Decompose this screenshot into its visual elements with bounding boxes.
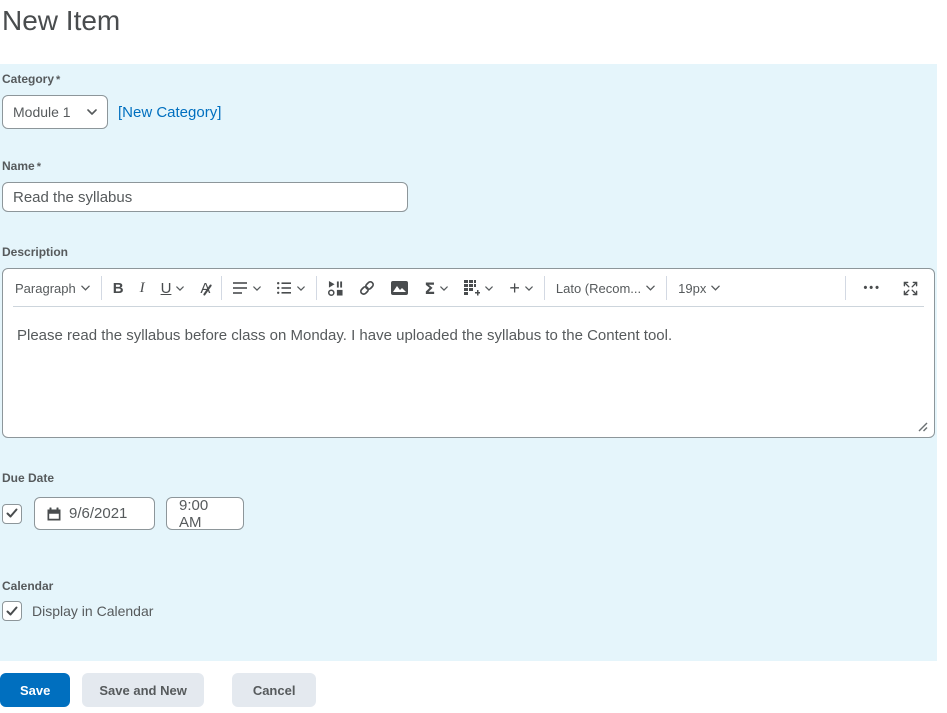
due-date-input[interactable]: 9/6/2021	[34, 497, 155, 531]
chevron-down-icon	[80, 285, 90, 291]
paragraph-format-value: Paragraph	[15, 280, 76, 296]
toolbar-divider	[666, 276, 668, 301]
display-in-calendar-label: Display in Calendar	[32, 603, 154, 620]
save-and-new-button[interactable]: Save and New	[82, 673, 204, 708]
due-date-value: 9/6/2021	[69, 505, 128, 523]
chevron-down-icon	[485, 285, 494, 291]
page-title: New Item	[2, 5, 121, 36]
toolbar-divider	[100, 276, 102, 301]
bold-icon: B	[112, 279, 124, 297]
chevron-down-icon	[87, 109, 97, 115]
bullet-list-icon	[277, 282, 292, 295]
font-family-value: Lato (Recom...	[555, 280, 642, 296]
insert-stuff-button[interactable]	[320, 275, 351, 301]
insert-stuff-icon	[328, 280, 343, 296]
save-button[interactable]: Save	[0, 673, 71, 708]
toolbar-divider	[221, 276, 223, 301]
fullscreen-button[interactable]	[895, 275, 926, 301]
name-label: Name *	[2, 159, 937, 173]
more-insert-button[interactable]: +	[501, 275, 541, 301]
editor-toolbar: Paragraph B I U A Σ + Lato (Recom... 19p…	[3, 269, 934, 308]
category-label: Category *	[2, 72, 937, 86]
checkmark-icon	[6, 508, 18, 518]
toolbar-divider	[316, 276, 318, 301]
display-in-calendar-checkbox[interactable]	[2, 601, 22, 622]
font-size-select[interactable]: 19px	[670, 275, 728, 301]
due-time-value: 9:00 AM	[179, 496, 209, 531]
calendar-label: Calendar	[2, 579, 54, 594]
bold-button[interactable]: B	[105, 275, 132, 301]
toolbar-divider	[845, 276, 847, 301]
font-color-icon: A	[200, 280, 213, 297]
ellipsis-icon: •••	[863, 282, 881, 295]
chevron-down-icon	[440, 285, 449, 291]
equation-button[interactable]: Σ	[416, 275, 456, 301]
due-date-label: Due Date	[2, 471, 55, 486]
action-button-row: Save Save and New Cancel	[0, 673, 947, 708]
underline-button[interactable]: U	[153, 275, 193, 301]
insert-image-button[interactable]	[383, 275, 416, 301]
description-label: Description	[2, 245, 69, 260]
rich-text-editor: Paragraph B I U A Σ + Lato (Recom... 19p…	[2, 268, 935, 439]
due-time-input[interactable]: 9:00 AM	[166, 496, 244, 531]
new-item-form-panel: Category * Module 1 [New Category] Name * …	[0, 64, 937, 662]
font-family-select[interactable]: Lato (Recom...	[548, 275, 663, 301]
chevron-down-icon	[646, 285, 655, 291]
table-icon	[464, 280, 481, 296]
bullet-list-button[interactable]	[269, 275, 313, 301]
align-left-icon	[233, 282, 248, 294]
italic-icon: I	[139, 279, 145, 296]
editor-resize-handle[interactable]	[917, 421, 928, 432]
name-label-text: Name	[2, 159, 35, 174]
underline-icon: U	[160, 279, 172, 297]
new-category-link[interactable]: [New Category]	[118, 104, 221, 121]
fullscreen-icon	[903, 281, 918, 296]
category-selected-value: Module 1	[13, 104, 71, 121]
category-label-text: Category	[2, 72, 55, 87]
required-marker: *	[56, 74, 61, 87]
chevron-down-icon	[176, 285, 185, 291]
cancel-button[interactable]: Cancel	[231, 673, 317, 708]
chevron-down-icon	[525, 285, 533, 291]
font-size-value: 19px	[678, 280, 707, 296]
insert-link-button[interactable]	[351, 275, 383, 301]
insert-table-button[interactable]	[456, 275, 501, 301]
italic-button[interactable]: I	[132, 275, 153, 301]
description-editor-content[interactable]: Please read the syllabus before class on…	[3, 307, 934, 364]
more-actions-button[interactable]: •••	[849, 275, 895, 301]
font-color-button[interactable]: A	[192, 275, 218, 301]
calendar-icon	[47, 507, 61, 521]
image-icon	[391, 281, 409, 296]
chevron-down-icon	[297, 285, 306, 291]
due-date-checkbox[interactable]	[2, 503, 22, 524]
toolbar-divider	[543, 276, 545, 301]
chevron-down-icon	[711, 285, 721, 291]
plus-icon: +	[509, 277, 520, 298]
name-input[interactable]	[2, 182, 408, 213]
paragraph-format-select[interactable]: Paragraph	[7, 275, 98, 301]
link-icon	[359, 280, 375, 296]
align-button[interactable]	[225, 275, 269, 301]
chevron-down-icon	[253, 285, 262, 291]
sigma-icon: Σ	[424, 278, 436, 298]
required-marker: *	[36, 161, 41, 174]
checkmark-icon	[6, 606, 18, 616]
category-select[interactable]: Module 1	[2, 95, 108, 130]
